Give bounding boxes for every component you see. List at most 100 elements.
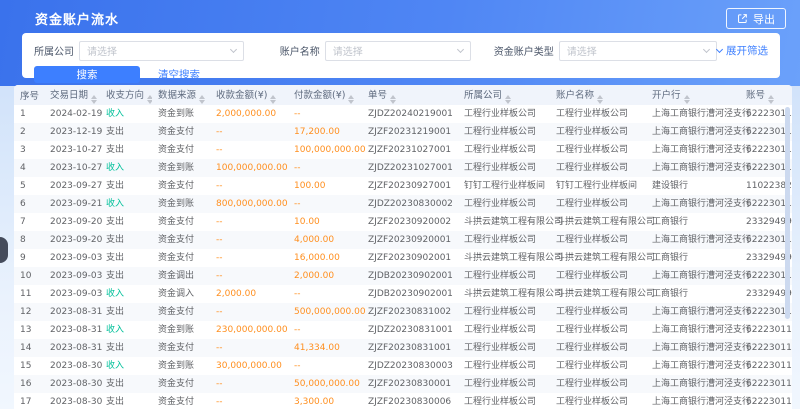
cell-receive-amount: -- — [210, 177, 288, 195]
cell-receive-amount: -- — [210, 375, 288, 393]
cell-index: 11 — [14, 285, 44, 303]
expand-filters-label: 展开筛选 — [726, 43, 768, 58]
cell-account-name: 工程行业样板公司 — [550, 141, 646, 159]
cell-account-name: 工程行业样板公司 — [550, 195, 646, 213]
table-row: 42023-10-27收入资金到账100,000,000.00--ZJDZ202… — [14, 159, 792, 177]
cell-bank: 工商银行 — [646, 249, 740, 267]
table-row: 102023-09-03支出资金调出--2,000.00ZJDB20230902… — [14, 267, 792, 285]
cell-data-source: 资金支付 — [152, 339, 210, 357]
column-header-receive-amount[interactable]: 收款金额(¥) — [210, 85, 288, 105]
cell-company: 工程行业样板公司 — [458, 123, 550, 141]
cell-trade-date: 2023-08-30 — [44, 375, 100, 393]
cell-trade-date: 2023-08-30 — [44, 357, 100, 375]
search-button[interactable]: 搜索 — [34, 66, 140, 83]
cell-index: 10 — [14, 267, 44, 285]
column-header-account-no[interactable]: 账号 — [740, 85, 792, 105]
cell-account-name: 工程行业样板公司 — [550, 231, 646, 249]
cell-order-no: ZJZF20230902001 — [362, 249, 458, 267]
cell-data-source: 资金支付 — [152, 213, 210, 231]
cell-order-no: ZJZF20231219001 — [362, 123, 458, 141]
cell-account-name: 斗拱云建筑工程有限公司 — [550, 213, 646, 231]
account-name-select[interactable]: 请选择 — [325, 41, 471, 61]
cell-bank: 上海工商银行漕河泾支行 — [646, 375, 740, 393]
cell-account-name: 工程行业样板公司 — [550, 267, 646, 285]
column-header-data-source[interactable]: 数据来源 — [152, 85, 210, 105]
cell-bank: 上海工商银行漕河泾支行 — [646, 105, 740, 123]
table-row: 132023-08-31收入资金到账230,000,000.00--ZJDZ20… — [14, 321, 792, 339]
table-row: 122023-08-31支出资金支付--500,000,000.00ZJZF20… — [14, 303, 792, 321]
table-row: 32023-10-27支出资金支付--100,000,000.00ZJZF202… — [14, 141, 792, 159]
company-select[interactable]: 请选择 — [79, 41, 244, 61]
column-label: 交易日期 — [50, 90, 88, 101]
cell-order-no: ZJZF20230831002 — [362, 303, 458, 321]
cell-trade-date: 2023-09-03 — [44, 285, 100, 303]
column-label: 开户行 — [652, 90, 681, 101]
cell-trade-date: 2024-02-19 — [44, 105, 100, 123]
cell-trade-date: 2023-12-19 — [44, 123, 100, 141]
cell-account-name: 工程行业样板公司 — [550, 339, 646, 357]
vertical-scrollbar[interactable] — [785, 107, 790, 319]
cell-trade-date: 2023-08-31 — [44, 303, 100, 321]
column-header-bank[interactable]: 开户行 — [646, 85, 740, 105]
cell-account-name: 斗拱云建筑工程有限公司 — [550, 249, 646, 267]
cell-direction: 支出 — [100, 375, 152, 393]
cell-receive-amount: -- — [210, 231, 288, 249]
cell-bank: 建设银行 — [646, 177, 740, 195]
cell-index: 12 — [14, 303, 44, 321]
cell-account-name: 工程行业样板公司 — [550, 393, 646, 409]
column-header-trade-date[interactable]: 交易日期 — [44, 85, 100, 105]
column-header-direction[interactable]: 收支方向 — [100, 85, 152, 105]
cell-direction: 支出 — [100, 123, 152, 141]
cell-receive-amount: -- — [210, 303, 288, 321]
account-name-select-placeholder: 请选择 — [333, 43, 363, 58]
cell-order-no: ZJZF20230920001 — [362, 231, 458, 249]
table-row: 142023-08-31支出资金支付--41,334.00ZJZF2023083… — [14, 339, 792, 357]
cell-account-name: 工程行业样板公司 — [550, 303, 646, 321]
column-label: 付款金额(¥) — [294, 90, 345, 101]
cell-index: 9 — [14, 249, 44, 267]
cell-trade-date: 2023-08-31 — [44, 339, 100, 357]
cell-order-no: ZJZF20231027001 — [362, 141, 458, 159]
cell-receive-amount: 800,000,000.00 — [210, 195, 288, 213]
filter-label-company: 所属公司 — [34, 43, 74, 58]
cell-direction: 支出 — [100, 393, 152, 409]
cell-company: 工程行业样板公司 — [458, 339, 550, 357]
chevron-down-icon — [457, 45, 464, 52]
cell-bank: 上海工商银行漕河泾支行 — [646, 339, 740, 357]
column-header-company[interactable]: 所属公司 — [458, 85, 550, 105]
sidebar-collapse-handle[interactable] — [0, 237, 8, 263]
cell-trade-date: 2023-09-21 — [44, 195, 100, 213]
table-header-row: 序号交易日期收支方向数据来源收款金额(¥)付款金额(¥)单号所属公司账户名称开户… — [14, 85, 792, 105]
account-type-select[interactable]: 请选择 — [559, 41, 717, 61]
export-button[interactable]: 导出 — [726, 8, 786, 29]
table-row: 162023-08-30支出资金支付--50,000,000.00ZJZF202… — [14, 375, 792, 393]
cell-bank: 上海工商银行漕河泾支行 — [646, 231, 740, 249]
table-row: 172023-08-30支出资金支付--3,300.00ZJZF20230830… — [14, 393, 792, 409]
cell-bank: 上海工商银行漕河泾支行 — [646, 123, 740, 141]
cell-direction: 收入 — [100, 321, 152, 339]
sort-carets-icon — [270, 95, 276, 104]
expand-filters-link[interactable]: 展开筛选 — [717, 43, 768, 58]
table-row: 152023-08-30收入资金到账30,000,000.00--ZJDZ202… — [14, 357, 792, 375]
cell-direction: 收入 — [100, 105, 152, 123]
cell-account-no: 622230111 — [740, 339, 792, 357]
cell-index: 3 — [14, 141, 44, 159]
transactions-table: 序号交易日期收支方向数据来源收款金额(¥)付款金额(¥)单号所属公司账户名称开户… — [14, 85, 792, 409]
cell-bank: 工商银行 — [646, 285, 740, 303]
cell-receive-amount: -- — [210, 339, 288, 357]
cell-order-no: ZJDB20230902001 — [362, 285, 458, 303]
clear-search-button[interactable]: 清空搜索 — [158, 67, 200, 82]
cell-account-name: 工程行业样板公司 — [550, 159, 646, 177]
column-label: 所属公司 — [464, 90, 502, 101]
column-header-order-no[interactable]: 单号 — [362, 85, 458, 105]
cell-order-no: ZJZF20230830006 — [362, 393, 458, 409]
column-header-pay-amount[interactable]: 付款金额(¥) — [288, 85, 362, 105]
cell-pay-amount: 50,000,000.00 — [288, 375, 362, 393]
cell-index: 7 — [14, 213, 44, 231]
export-label: 导出 — [753, 11, 775, 27]
cell-pay-amount: 10.00 — [288, 213, 362, 231]
cell-pay-amount: -- — [288, 321, 362, 339]
cell-pay-amount: 2,000.00 — [288, 267, 362, 285]
cell-data-source: 资金到账 — [152, 321, 210, 339]
column-header-account-name[interactable]: 账户名称 — [550, 85, 646, 105]
